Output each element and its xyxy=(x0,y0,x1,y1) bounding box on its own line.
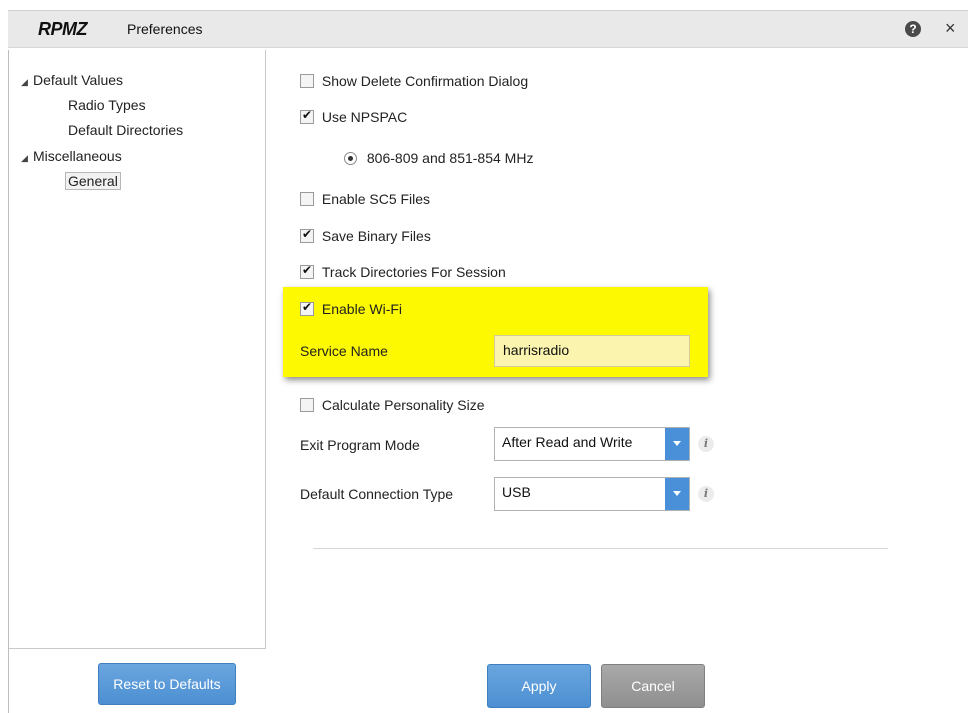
service-name-input[interactable]: harrisradio xyxy=(494,335,690,367)
show-delete-confirmation-checkbox[interactable] xyxy=(300,74,314,89)
chevron-down-icon[interactable] xyxy=(665,428,689,460)
npspac-band-label: 806-809 and 851-854 MHz xyxy=(366,150,534,167)
npspac-band-radio[interactable] xyxy=(344,151,357,165)
exit-program-mode-select[interactable]: After Read and Write xyxy=(494,427,690,461)
calculate-personality-checkbox[interactable] xyxy=(300,398,314,413)
exit-program-mode-value: After Read and Write xyxy=(502,434,633,450)
preferences-dialog: RPMZ Preferences ? × ◢ Default Values Ra… xyxy=(0,0,968,713)
section-divider xyxy=(313,548,888,549)
window-title: Preferences xyxy=(127,21,203,37)
enable-sc5-row: Enable SC5 Files xyxy=(300,190,430,207)
expand-triangle-icon[interactable]: ◢ xyxy=(21,153,28,164)
use-npspac-label: Use NPSPAC xyxy=(321,109,408,126)
use-npspac-checkbox[interactable] xyxy=(300,108,314,125)
rpmz-logo: RPMZ xyxy=(38,19,88,39)
npspac-band-row: 806-809 and 851-854 MHz xyxy=(344,149,533,166)
chevron-down-icon[interactable] xyxy=(665,478,689,510)
exit-program-mode-label: Exit Program Mode xyxy=(300,437,420,453)
service-name-label: Service Name xyxy=(300,343,388,359)
title-bar: RPMZ Preferences ? × xyxy=(8,10,968,48)
tree-item-default-directories[interactable]: Default Directories xyxy=(68,122,183,138)
track-directories-label: Track Directories For Session xyxy=(321,264,506,281)
track-directories-checkbox[interactable] xyxy=(300,263,314,280)
tree-item-default-values[interactable]: Default Values xyxy=(33,72,123,88)
calculate-personality-label: Calculate Personality Size xyxy=(321,397,485,414)
default-connection-type-value: USB xyxy=(502,484,531,500)
default-connection-type-select[interactable]: USB xyxy=(494,477,690,511)
save-binary-checkbox[interactable] xyxy=(300,227,314,244)
info-icon[interactable]: i xyxy=(698,436,714,452)
save-binary-label: Save Binary Files xyxy=(321,228,431,245)
apply-button[interactable]: Apply xyxy=(487,664,591,708)
track-directories-row: Track Directories For Session xyxy=(300,263,506,280)
enable-wifi-row: Enable Wi-Fi xyxy=(300,300,402,317)
cancel-button[interactable]: Cancel xyxy=(601,664,705,708)
calculate-personality-row: Calculate Personality Size xyxy=(300,396,485,413)
close-icon[interactable]: × xyxy=(945,18,956,38)
help-icon[interactable]: ? xyxy=(905,21,921,37)
tree-item-miscellaneous[interactable]: Miscellaneous xyxy=(33,148,122,164)
enable-sc5-checkbox[interactable] xyxy=(300,192,314,207)
category-tree: ◢ Default Values Radio Types Default Dir… xyxy=(9,50,266,649)
info-icon[interactable]: i xyxy=(698,486,714,502)
show-delete-confirmation-row: Show Delete Confirmation Dialog xyxy=(300,72,528,89)
tree-item-general[interactable]: General xyxy=(65,172,121,190)
use-npspac-row: Use NPSPAC xyxy=(300,108,407,125)
tree-item-radio-types[interactable]: Radio Types xyxy=(68,97,146,113)
expand-triangle-icon[interactable]: ◢ xyxy=(21,77,28,88)
enable-sc5-label: Enable SC5 Files xyxy=(321,191,431,208)
default-connection-type-label: Default Connection Type xyxy=(300,486,454,502)
save-binary-row: Save Binary Files xyxy=(300,227,431,244)
reset-to-defaults-button[interactable]: Reset to Defaults xyxy=(98,663,236,705)
show-delete-confirmation-label: Show Delete Confirmation Dialog xyxy=(321,73,529,90)
enable-wifi-label: Enable Wi-Fi xyxy=(321,301,403,318)
enable-wifi-checkbox[interactable] xyxy=(300,300,314,317)
